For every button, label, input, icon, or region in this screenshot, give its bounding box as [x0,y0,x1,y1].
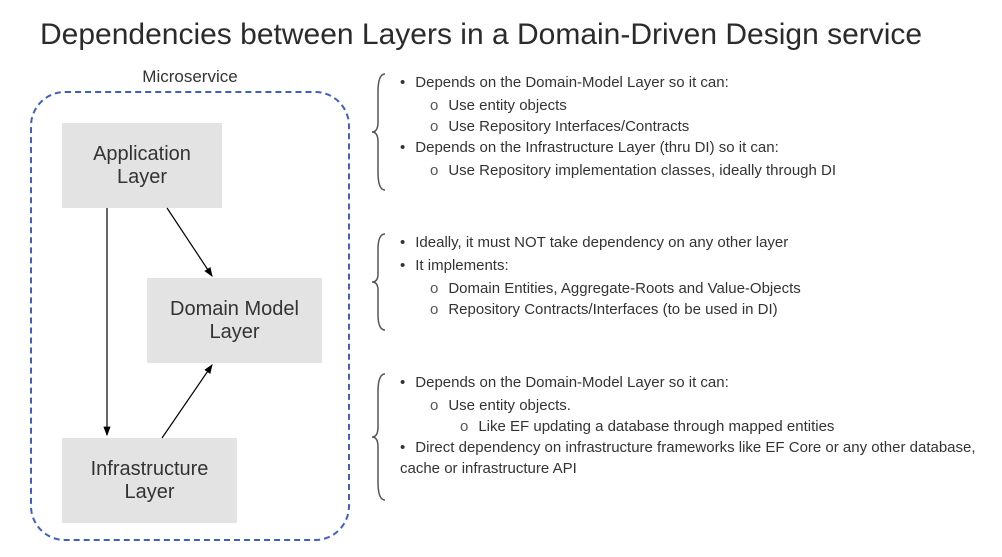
application-description: Depends on the Domain-Model Layer so it … [370,72,1002,192]
bullet-item: Direct dependency on infrastructure fram… [400,437,1002,479]
domain-desc-content: Ideally, it must NOT take dependency on … [390,232,801,320]
infrastructure-desc-content: Depends on the Domain-Model Layer so it … [390,372,1002,481]
descriptions-column: Depends on the Domain-Model Layer so it … [370,67,1002,541]
arrow-app-to-domain [167,208,212,276]
sub-bullet-item: Domain Entities, Aggregate-Roots and Val… [430,278,801,299]
sub-sub-bullet-item: Like EF updating a database through mapp… [460,416,1002,437]
bullet-item: Depends on the Infrastructure Layer (thr… [400,137,836,158]
domain-model-layer-box: Domain Model Layer [147,278,322,363]
diagram-column: Microservice Application Layer Domain Mo… [0,67,350,541]
microservice-label: Microservice [30,67,350,87]
sub-bullet-item: Use Repository implementation classes, i… [430,160,836,181]
brace-icon [370,72,390,192]
sub-bullet-item: Repository Contracts/Interfaces (to be u… [430,299,801,320]
infrastructure-description: Depends on the Domain-Model Layer so it … [370,372,1002,502]
bullet-item: Depends on the Domain-Model Layer so it … [400,372,1002,393]
sub-bullet-item: Use entity objects [430,95,836,116]
domain-description: Ideally, it must NOT take dependency on … [370,232,1002,332]
bullet-item: It implements: [400,255,801,276]
sub-bullet-item: Use entity objects. [430,395,1002,416]
brace-icon [370,372,390,502]
brace-icon [370,232,390,332]
content-area: Microservice Application Layer Domain Mo… [0,67,1002,541]
sub-bullet-item: Use Repository Interfaces/Contracts [430,116,836,137]
application-layer-box: Application Layer [62,123,222,208]
infrastructure-layer-box: Infrastructure Layer [62,438,237,523]
page-title: Dependencies between Layers in a Domain-… [0,0,1002,52]
arrow-infra-to-domain [162,365,212,438]
bullet-item: Ideally, it must NOT take dependency on … [400,232,801,253]
application-desc-content: Depends on the Domain-Model Layer so it … [390,72,836,181]
microservice-boundary: Application Layer Domain Model Layer Inf… [30,91,350,541]
bullet-item: Depends on the Domain-Model Layer so it … [400,72,836,93]
